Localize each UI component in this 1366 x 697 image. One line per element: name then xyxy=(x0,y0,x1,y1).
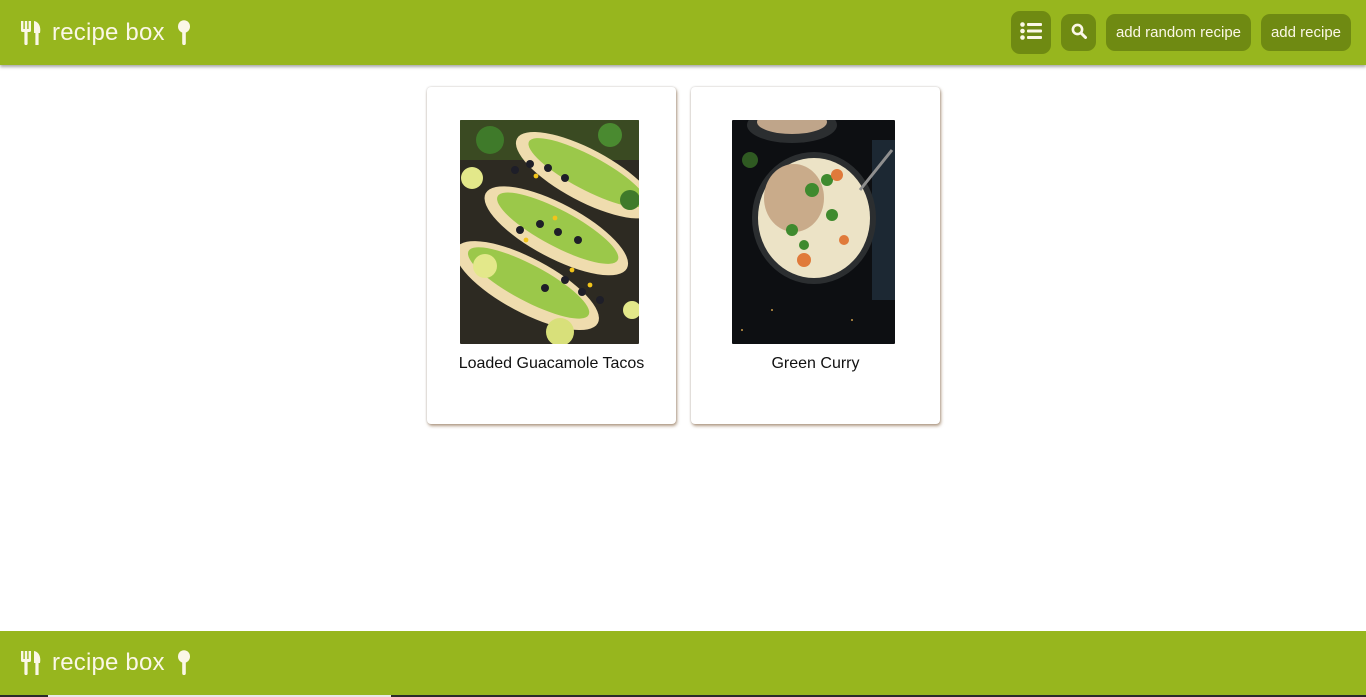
utensils-icon xyxy=(20,20,42,46)
footer-title: recipe box xyxy=(52,649,165,676)
brand-logo[interactable]: recipe box xyxy=(20,0,191,65)
top-navbar: recipe box add random recipe add recipe xyxy=(0,0,1366,65)
footer-brand: recipe box xyxy=(20,631,191,695)
recipe-name: Loaded Guacamole Tacos xyxy=(458,355,645,372)
recipe-name: Green Curry xyxy=(771,355,860,372)
utensils-icon xyxy=(20,650,42,676)
recipe-image xyxy=(460,120,639,344)
search-button[interactable] xyxy=(1061,14,1096,51)
search-icon xyxy=(1071,23,1087,43)
recipe-card[interactable]: Green Curry xyxy=(691,87,940,424)
spoon-icon xyxy=(177,19,191,46)
recipe-image xyxy=(732,120,895,344)
footer: recipe box xyxy=(0,631,1366,697)
brand-title: recipe box xyxy=(52,18,165,46)
add-random-recipe-button[interactable]: add random recipe xyxy=(1106,14,1251,51)
spoon-icon xyxy=(177,650,191,676)
add-recipe-button[interactable]: add recipe xyxy=(1261,14,1351,51)
list-view-button[interactable] xyxy=(1011,11,1051,54)
list-icon xyxy=(1020,21,1042,44)
recipe-card[interactable]: Loaded Guacamole Tacos xyxy=(427,87,676,424)
